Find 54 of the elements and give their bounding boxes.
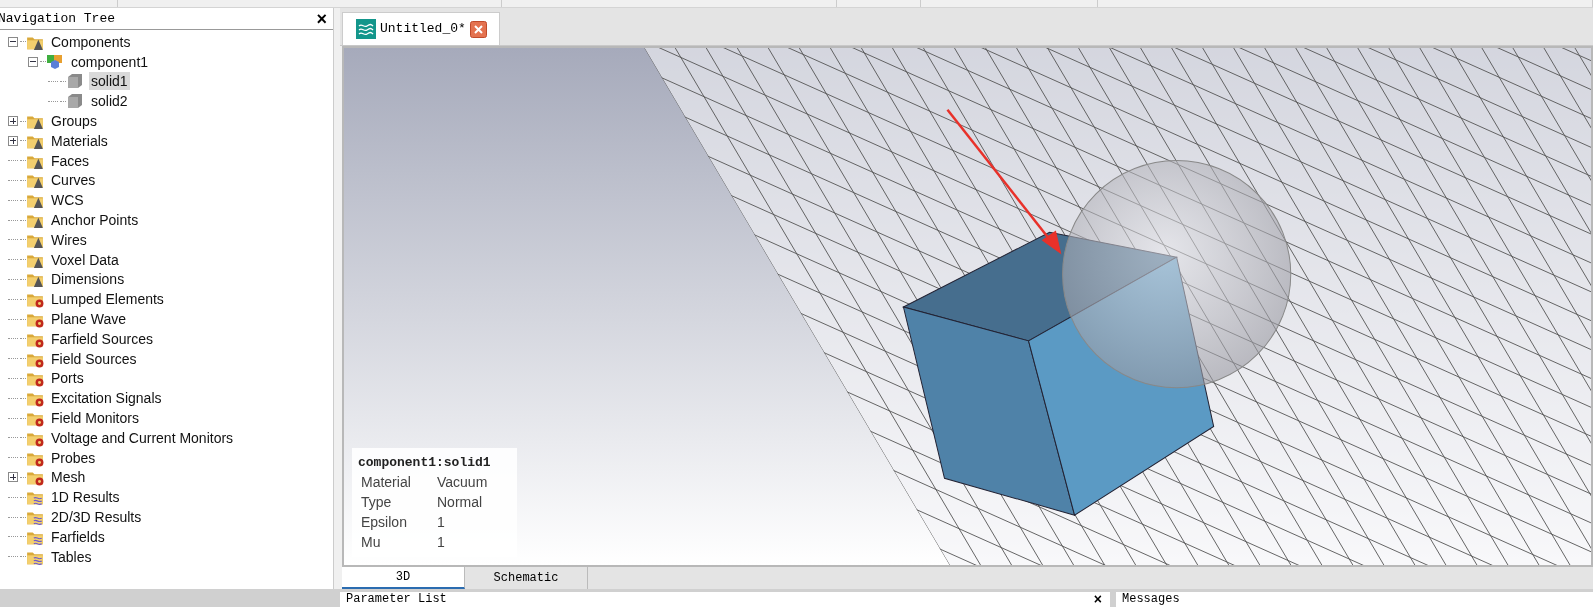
close-icon[interactable] [469, 20, 487, 38]
tree-item[interactable]: solid1 [89, 72, 130, 91]
tree-item[interactable]: Tables [49, 547, 94, 566]
tree-item[interactable]: 2D/3D Results [49, 508, 144, 526]
close-button[interactable]: × [1093, 592, 1102, 606]
property-value: Normal [437, 493, 483, 512]
property-name: Material [361, 473, 412, 492]
close-button[interactable]: × [316, 9, 327, 28]
tree-item[interactable]: Anchor Points [49, 211, 141, 230]
tree-item[interactable]: 1D Results [49, 488, 122, 507]
component-icon [46, 52, 64, 71]
tree-item[interactable]: Wires [49, 230, 89, 249]
tree-item[interactable]: WCS [49, 191, 86, 210]
cube-icon [66, 72, 84, 91]
expand-toggle[interactable] [8, 135, 18, 146]
tree-item[interactable]: Ports [49, 369, 86, 388]
tree-item[interactable]: Voxel Data [49, 250, 121, 269]
tree-item[interactable]: Materials [49, 131, 110, 150]
view-tab[interactable]: 3D [342, 567, 465, 589]
panel-title: Parameter List [346, 592, 447, 607]
info-title: component1:solid1 [358, 453, 492, 472]
tree-item[interactable]: Plane Wave [49, 310, 128, 329]
property-name: Mu [361, 533, 382, 552]
document-tab[interactable]: Untitled_0* [342, 12, 500, 45]
property-value: 1 [437, 533, 445, 552]
tree-item[interactable]: Faces [49, 151, 92, 170]
tree-item[interactable]: component1 [69, 52, 151, 71]
panel-title: Messages [1122, 592, 1180, 607]
expand-toggle[interactable] [8, 472, 18, 483]
tree-item[interactable]: Dimensions [49, 270, 127, 289]
property-name: Epsilon [361, 513, 408, 532]
collapse-toggle[interactable] [28, 56, 38, 67]
tree-item[interactable]: Field Monitors [49, 409, 141, 428]
tree-item[interactable]: Farfields [49, 527, 107, 546]
tree-item[interactable]: Components [49, 32, 133, 51]
property-value: Vacuum [437, 473, 488, 492]
tree-item[interactable]: Farfield Sources [49, 329, 155, 348]
tree-item[interactable]: Voltage and Current Monitors [49, 428, 236, 447]
property-name: Type [361, 493, 393, 512]
tree-item[interactable]: Excitation Signals [49, 389, 164, 408]
collapse-toggle[interactable] [8, 36, 18, 47]
tree-item[interactable]: Curves [49, 171, 98, 190]
tree-item[interactable]: Lumped Elements [49, 290, 166, 309]
wave-icon [356, 19, 376, 39]
tab-label: Untitled_0* [380, 20, 466, 39]
cube-icon [66, 92, 84, 111]
tree-item[interactable]: Field Sources [49, 349, 139, 368]
tree-item[interactable]: Mesh [49, 468, 88, 487]
tree-item[interactable]: solid2 [89, 92, 130, 111]
expand-toggle[interactable] [8, 116, 18, 127]
viewport[interactable]: component1:solid1 Material Vacuum Type Normal Epsilon 1 Mu 1 [342, 46, 1593, 567]
tree-item[interactable]: Groups [49, 112, 99, 131]
tree-item[interactable]: Probes [49, 448, 98, 467]
property-value: 1 [437, 513, 445, 532]
